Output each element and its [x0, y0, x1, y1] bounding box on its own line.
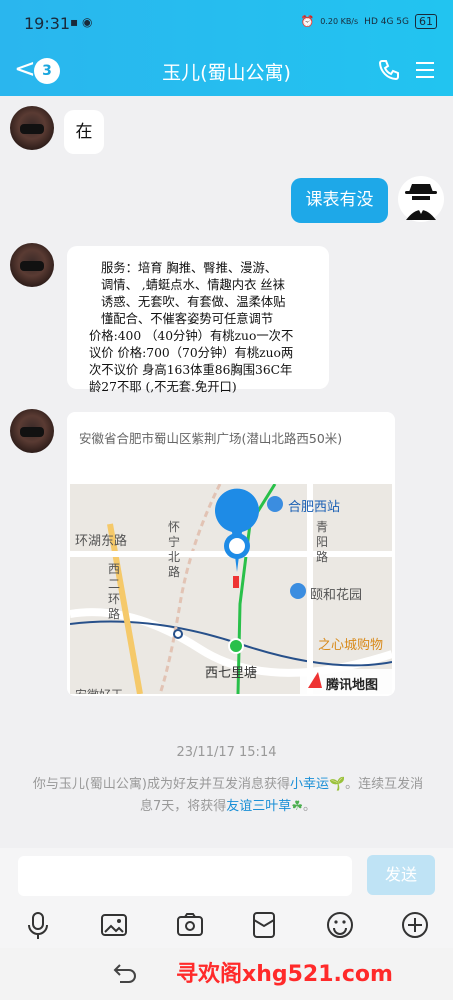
message-timestamp: 23/11/17 15:14: [176, 745, 277, 760]
map-label: 安徽好王: [75, 686, 123, 694]
system-navigation-bar: 寻欢阁xhg521.com: [0, 948, 453, 1000]
map-label: 怀宁北路: [168, 520, 181, 579]
microphone-icon[interactable]: [20, 907, 56, 943]
service-line: 龄27不耶 (,不无套.免开口): [89, 380, 237, 394]
contact-avatar[interactable]: [10, 409, 54, 453]
plus-icon[interactable]: [397, 907, 433, 943]
map-brand-label: 腾讯地图: [326, 678, 379, 693]
map-label: 西七里塘: [205, 666, 258, 681]
red-packet-icon[interactable]: [246, 907, 282, 943]
lucky-link[interactable]: 小幸运: [290, 777, 329, 792]
location-card[interactable]: 安徽省合肥市蜀山区紫荆广场(潜山北路西50米) 合肥西站 环湖东路 怀宁北路 青…: [67, 412, 395, 696]
camera-icon[interactable]: [172, 907, 208, 943]
status-bar: 19:31 ▪ ◉ ⏰ 0.20 KB/s HD 4G 5G 61: [0, 0, 453, 46]
signal-indicator: HD 4G 5G: [364, 16, 409, 27]
system-text: 你与玉儿(蜀山公寓)成为好友并互发消息获得: [32, 777, 290, 792]
chat-header: < 3 玉儿(蜀山公寓): [0, 46, 453, 96]
location-address: 安徽省合肥市蜀山区紫荆广场(潜山北路西50米): [79, 431, 343, 446]
input-toolbar: [0, 903, 453, 948]
clover-link[interactable]: 友谊三叶草: [226, 799, 291, 814]
map-label: 西二环路: [108, 562, 121, 621]
service-line: 价格:400 （40分钟）有桃zuo一次不: [89, 329, 294, 343]
phone-icon[interactable]: [377, 58, 401, 82]
status-time: 19:31: [24, 14, 71, 33]
app-notification-icons: ▪ ◉: [70, 15, 93, 29]
map-label: 合肥西站: [288, 500, 341, 515]
clover-icon: ☘: [291, 799, 303, 814]
message-bubble[interactable]: 在: [64, 110, 104, 154]
menu-icon[interactable]: [415, 60, 435, 80]
send-button[interactable]: 发送: [367, 855, 435, 895]
image-icon[interactable]: [96, 907, 132, 943]
map-view[interactable]: 合肥西站 环湖东路 怀宁北路 青阳路 西二环路 颐和花园 之心城购物 西七里塘 …: [70, 484, 392, 694]
service-line: 诱惑、无套吹、有套做、温柔体贴: [101, 295, 286, 309]
sprout-icon: 🌱: [328, 777, 346, 792]
service-line: 议价 价格:700（70分钟）有桃zuo两: [89, 346, 294, 360]
alarm-icon: ⏰: [300, 15, 315, 28]
system-text: 。: [302, 799, 316, 814]
emoji-icon[interactable]: [322, 907, 358, 943]
watermark-text: 寻欢阁xhg521.com: [176, 962, 393, 987]
service-line: 服务：培育 胸推、臀推、漫游、: [101, 261, 278, 275]
back-nav-icon[interactable]: [112, 962, 138, 984]
my-avatar[interactable]: [398, 176, 444, 222]
status-right: ⏰ 0.20 KB/s HD 4G 5G 61: [301, 14, 437, 29]
contact-avatar[interactable]: [10, 106, 54, 150]
map-label: 之心城购物: [318, 638, 384, 653]
message-input[interactable]: [18, 856, 352, 896]
input-bar: 发送: [0, 848, 453, 903]
my-message-bubble[interactable]: 课表有没: [291, 178, 388, 223]
battery-level: 61: [415, 14, 437, 29]
system-message: 你与玉儿(蜀山公寓)成为好友并互发消息获得小幸运🌱。连续互发消息7天，将获得友谊…: [28, 774, 428, 818]
contact-avatar[interactable]: [10, 243, 54, 287]
map-label: 青阳路: [316, 520, 329, 564]
map-label: 环湖东路: [75, 534, 128, 549]
service-line: 调情、 ,蜻蜓点水、情趣内衣 丝袜: [101, 278, 285, 292]
message-bubble-service[interactable]: 服务：培育 胸推、臀推、漫游、 调情、 ,蜻蜓点水、情趣内衣 丝袜 诱惑、无套吹…: [67, 246, 329, 394]
service-line: 次不议价 身高163体重86胸围36C年: [89, 363, 293, 377]
net-speed: 0.20 KB/s: [320, 17, 359, 26]
service-line: 懂配合、不催客姿势可任意调节: [101, 312, 274, 326]
map-label: 颐和花园: [310, 588, 363, 603]
